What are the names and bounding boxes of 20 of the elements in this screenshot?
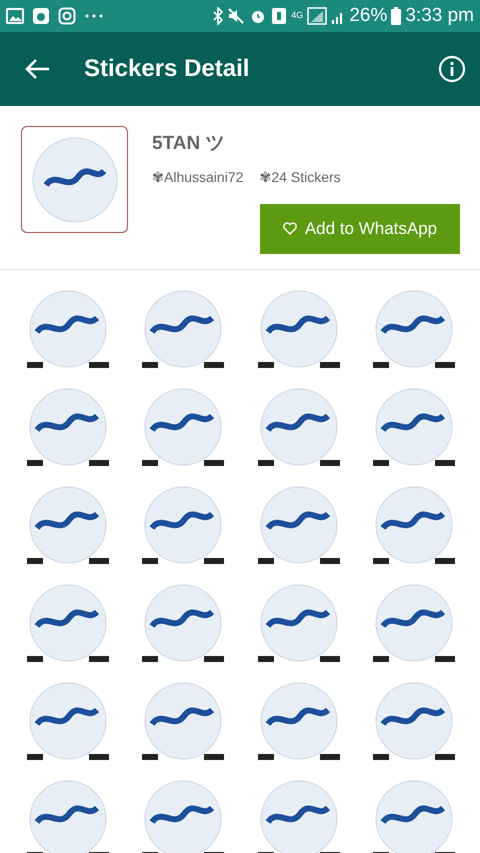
network-type: 4G [291,9,304,22]
mute-icon [227,7,246,25]
instagram-icon [58,7,76,25]
bluetooth-icon [213,7,224,25]
pack-name: 5TAN ツ [152,132,226,156]
screen-title: Stickers Detail [84,54,250,84]
gallery-icon [6,8,24,24]
sim-icon [271,7,288,25]
heart-icon [282,222,297,235]
back-icon[interactable] [24,58,50,80]
more-icon [84,13,104,19]
sticker-count: ✾24 Stickers [259,168,341,186]
camera-app-icon [32,7,50,25]
pack-author: ✾Alhussaini72 [152,168,244,186]
clock: 3:33 pm [405,4,474,28]
battery-icon [391,7,402,25]
add-to-whatsapp-button[interactable]: Add to WhatsApp [260,204,460,254]
signal-icon [307,7,328,25]
battery-percent: 26% [349,4,388,28]
info-icon[interactable] [438,55,466,83]
